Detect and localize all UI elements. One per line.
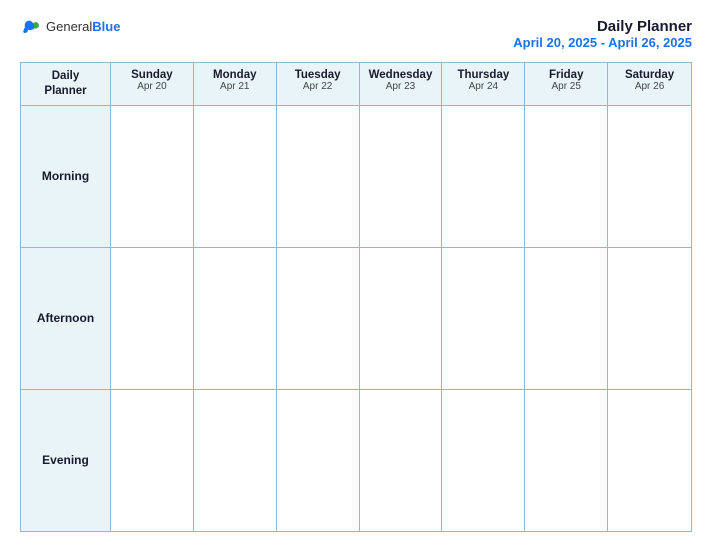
calendar-header-row: Daily Planner Sunday Apr 20 Monday Apr 2… bbox=[21, 63, 691, 106]
title-dates: April 20, 2025 - April 26, 2025 bbox=[513, 35, 692, 50]
afternoon-thursday[interactable] bbox=[442, 248, 525, 389]
evening-sunday[interactable] bbox=[111, 390, 194, 531]
saturday-name: Saturday bbox=[610, 69, 689, 81]
header-label-line1: Daily bbox=[52, 69, 80, 84]
monday-name: Monday bbox=[196, 69, 274, 81]
afternoon-tuesday[interactable] bbox=[277, 248, 360, 389]
morning-friday[interactable] bbox=[525, 106, 608, 247]
afternoon-saturday[interactable] bbox=[608, 248, 691, 389]
morning-label: Morning bbox=[21, 106, 111, 247]
afternoon-monday[interactable] bbox=[194, 248, 277, 389]
header-label-cell: Daily Planner bbox=[21, 63, 111, 105]
afternoon-row: Afternoon bbox=[21, 248, 691, 390]
morning-saturday[interactable] bbox=[608, 106, 691, 247]
header-friday: Friday Apr 25 bbox=[525, 63, 608, 105]
header-tuesday: Tuesday Apr 22 bbox=[277, 63, 360, 105]
wednesday-date: Apr 23 bbox=[362, 81, 440, 92]
evening-label: Evening bbox=[21, 390, 111, 531]
morning-row: Morning bbox=[21, 106, 691, 248]
page: GeneralBlue Daily Planner April 20, 2025… bbox=[0, 0, 712, 550]
friday-name: Friday bbox=[527, 69, 605, 81]
header-wednesday: Wednesday Apr 23 bbox=[360, 63, 443, 105]
wednesday-name: Wednesday bbox=[362, 69, 440, 81]
calendar-body: Morning Afternoon bbox=[21, 106, 691, 531]
thursday-date: Apr 24 bbox=[444, 81, 522, 92]
logo-general: General bbox=[46, 19, 92, 34]
logo-bird-icon bbox=[20, 18, 42, 36]
tuesday-name: Tuesday bbox=[279, 69, 357, 81]
evening-saturday[interactable] bbox=[608, 390, 691, 531]
evening-row: Evening bbox=[21, 390, 691, 531]
title-block: Daily Planner April 20, 2025 - April 26,… bbox=[513, 18, 692, 50]
friday-date: Apr 25 bbox=[527, 81, 605, 92]
evening-thursday[interactable] bbox=[442, 390, 525, 531]
logo-text: GeneralBlue bbox=[46, 19, 120, 35]
evening-tuesday[interactable] bbox=[277, 390, 360, 531]
logo: GeneralBlue bbox=[20, 18, 120, 36]
logo-blue: Blue bbox=[92, 19, 120, 34]
afternoon-sunday[interactable] bbox=[111, 248, 194, 389]
sunday-name: Sunday bbox=[113, 69, 191, 81]
morning-wednesday[interactable] bbox=[360, 106, 443, 247]
morning-sunday[interactable] bbox=[111, 106, 194, 247]
evening-monday[interactable] bbox=[194, 390, 277, 531]
monday-date: Apr 21 bbox=[196, 81, 274, 92]
tuesday-date: Apr 22 bbox=[279, 81, 357, 92]
morning-monday[interactable] bbox=[194, 106, 277, 247]
header-label-line2: Planner bbox=[44, 84, 86, 99]
morning-tuesday[interactable] bbox=[277, 106, 360, 247]
header-monday: Monday Apr 21 bbox=[194, 63, 277, 105]
calendar: Daily Planner Sunday Apr 20 Monday Apr 2… bbox=[20, 62, 692, 532]
evening-friday[interactable] bbox=[525, 390, 608, 531]
afternoon-label: Afternoon bbox=[21, 248, 111, 389]
header-saturday: Saturday Apr 26 bbox=[608, 63, 691, 105]
afternoon-wednesday[interactable] bbox=[360, 248, 443, 389]
header-thursday: Thursday Apr 24 bbox=[442, 63, 525, 105]
thursday-name: Thursday bbox=[444, 69, 522, 81]
saturday-date: Apr 26 bbox=[610, 81, 689, 92]
afternoon-friday[interactable] bbox=[525, 248, 608, 389]
header: GeneralBlue Daily Planner April 20, 2025… bbox=[20, 18, 692, 50]
evening-wednesday[interactable] bbox=[360, 390, 443, 531]
title-main: Daily Planner bbox=[513, 18, 692, 35]
sunday-date: Apr 20 bbox=[113, 81, 191, 92]
header-sunday: Sunday Apr 20 bbox=[111, 63, 194, 105]
morning-thursday[interactable] bbox=[442, 106, 525, 247]
